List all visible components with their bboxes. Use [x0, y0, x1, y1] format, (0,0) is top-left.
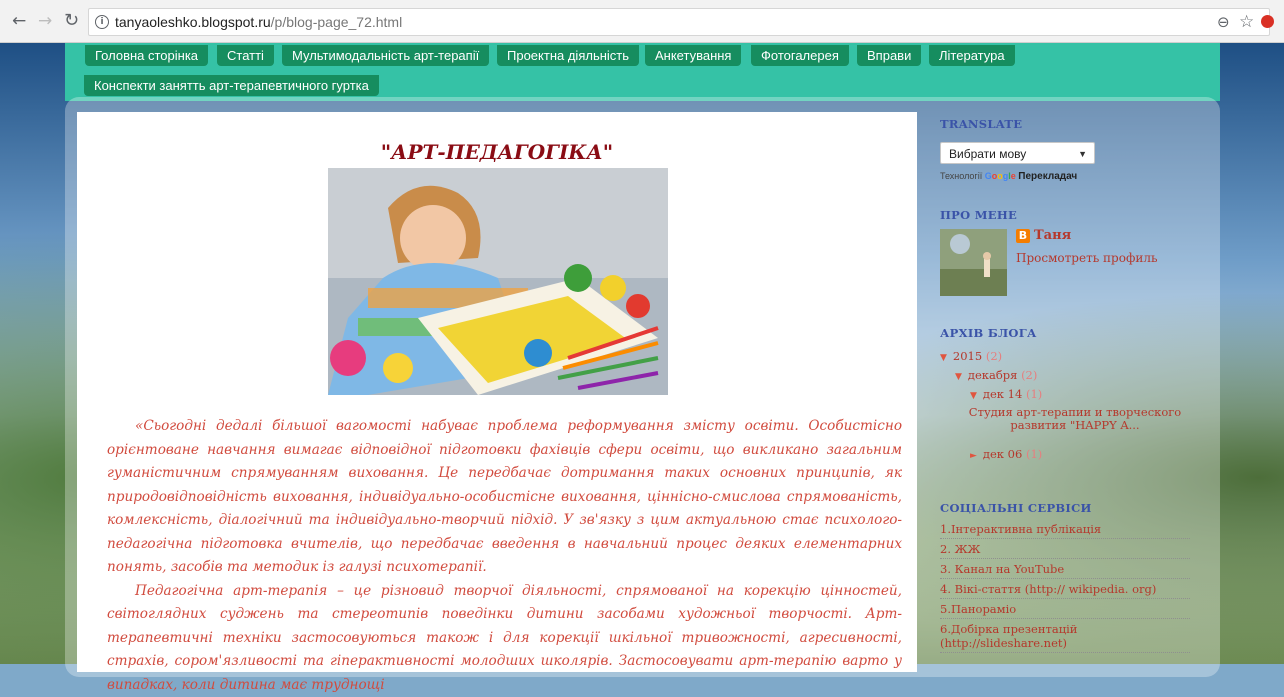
archive-month-label: декабря: [968, 368, 1017, 382]
bookmark-star-icon[interactable]: ☆: [1239, 9, 1254, 35]
forward-arrow-icon[interactable]: →: [38, 13, 52, 29]
tab-articles[interactable]: Статті: [217, 45, 274, 66]
social-link[interactable]: 2. ЖЖ: [940, 542, 1190, 559]
archive-year-label: 2015: [953, 349, 982, 363]
google-logo-icon: Google: [985, 171, 1016, 181]
language-select-value: Вибрати мову: [949, 147, 1026, 161]
tab-projects[interactable]: Проектна діяльність: [497, 45, 639, 66]
social-link[interactable]: 1.Інтерактивна публікація: [940, 522, 1190, 539]
powered-prefix: Технології: [940, 171, 982, 181]
expand-down-icon[interactable]: ▼: [970, 391, 977, 401]
child-painting-illustration: [328, 168, 668, 395]
tab-exercises[interactable]: Вправи: [857, 45, 921, 66]
tab-multimodality[interactable]: Мультимодальність арт-терапії: [282, 45, 489, 66]
expand-right-icon[interactable]: ►: [970, 451, 977, 461]
profile-photo: [940, 229, 1007, 296]
language-select[interactable]: Вибрати мову ▼: [940, 142, 1095, 164]
tab-gallery[interactable]: Фотогалерея: [751, 45, 849, 66]
profile-name[interactable]: Таня: [1034, 228, 1071, 243]
tab-surveys[interactable]: Анкетування: [645, 45, 741, 66]
social-link[interactable]: 4. Вікі-стаття (http:// wikipedia. org): [940, 582, 1190, 599]
expand-down-icon[interactable]: ▼: [940, 353, 947, 363]
back-arrow-icon[interactable]: ←: [12, 13, 26, 29]
extension-icon[interactable]: [1261, 15, 1274, 28]
view-profile-link[interactable]: Просмотреть профиль: [1016, 251, 1158, 265]
post-image: [328, 168, 668, 395]
archive-year-count: (2): [986, 349, 1002, 363]
social-link[interactable]: 6.Добірка презентацій (http://slideshare…: [940, 622, 1190, 653]
reload-icon[interactable]: ↻: [64, 13, 79, 29]
post-body: «Сьогодні дедалі більшої вагомості набув…: [107, 415, 902, 697]
info-icon[interactable]: i: [95, 15, 109, 29]
archive-day[interactable]: ► дек 06 (1): [970, 447, 1042, 461]
translate-heading: TRANSLATE: [940, 117, 1022, 131]
archive-day-label: дек 14: [983, 387, 1022, 401]
archive-post-link[interactable]: Студия арт-терапии и творческого развити…: [960, 406, 1190, 432]
zoom-icon[interactable]: ⊖: [1217, 9, 1230, 35]
tab-literature[interactable]: Література: [929, 45, 1015, 66]
archive-month-count: (2): [1021, 368, 1037, 382]
social-heading: СОЦІАЛЬНІ СЕРВІСИ: [940, 501, 1092, 515]
post-container: "АРТ-ПЕДАГОГІКА" «Сьогодні дедалі більшо…: [77, 112, 917, 672]
archive-heading: АРХІВ БЛОГА: [940, 326, 1037, 340]
post-title: "АРТ-ПЕДАГОГІКА": [77, 140, 917, 164]
blogger-icon: B: [1016, 229, 1030, 243]
archive-year[interactable]: ▼ 2015 (2): [940, 349, 1002, 363]
address-bar[interactable]: i tanyaoleshko.blogspot.ru/p/blog-page_7…: [88, 8, 1270, 36]
tab-lesson-notes[interactable]: Конспекти занятть арт-терапевтичного гур…: [84, 75, 379, 96]
social-link[interactable]: 5.Панораміо: [940, 602, 1190, 619]
social-link[interactable]: 3. Канал на YouTube: [940, 562, 1190, 579]
post-paragraph: Педагогічна арт-терапія – це різновид тв…: [107, 580, 902, 697]
expand-down-icon[interactable]: ▼: [955, 372, 962, 382]
dropdown-arrow-icon: ▼: [1078, 143, 1087, 165]
tab-home[interactable]: Головна сторінка: [85, 45, 208, 66]
about-heading: ПРО МЕНЕ: [940, 208, 1017, 222]
google-translate-credit[interactable]: Технології Google Перекладач: [940, 171, 1077, 182]
avatar[interactable]: [940, 229, 1007, 296]
archive-day-label: дек 06: [983, 447, 1022, 461]
url-host: tanyaoleshko.blogspot.ru: [115, 14, 271, 30]
url-text[interactable]: tanyaoleshko.blogspot.ru/p/blog-page_72.…: [115, 9, 402, 35]
archive-day-count: (1): [1026, 387, 1042, 401]
archive-day[interactable]: ▼ дек 14 (1): [970, 387, 1042, 401]
browser-toolbar: ← → ↻ i tanyaoleshko.blogspot.ru/p/blog-…: [0, 0, 1284, 43]
archive-day-count: (1): [1026, 447, 1042, 461]
translator-label: Перекладач: [1018, 171, 1077, 182]
url-path: /p/blog-page_72.html: [271, 14, 403, 30]
post-paragraph: «Сьогодні дедалі більшої вагомості набув…: [107, 415, 902, 580]
archive-month[interactable]: ▼ декабря (2): [955, 368, 1037, 382]
